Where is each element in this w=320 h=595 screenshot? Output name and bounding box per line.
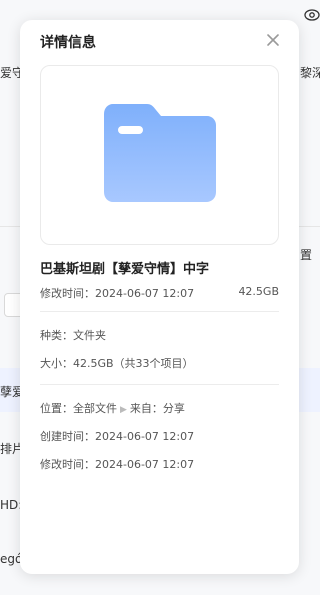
preview-box (40, 65, 279, 245)
details-panel: 详情信息 巴基斯坦剧【孳爱守情】中字 修改时间：2024-06-07 12:07… (20, 20, 299, 574)
source-prefix: 来自： (129, 402, 163, 415)
chevron-right-icon: ▶ (120, 405, 127, 415)
eye-icon[interactable] (304, 8, 320, 22)
divider-1 (40, 311, 279, 312)
source-value: 分享 (162, 402, 185, 415)
modified-time-2: 修改时间：2024-06-07 12:07 (40, 458, 195, 471)
location-path-link[interactable]: 全部文件 (73, 402, 117, 415)
location-row: 位置：全部文件 ▶ 来自：分享 (40, 400, 185, 416)
modified-time: 修改时间：2024-06-07 12:07 (40, 287, 195, 300)
bg-file-title-right: 黎深 (300, 66, 320, 80)
file-size-detail: 大小：42.5GB（共33个项目） (40, 357, 194, 370)
bg-label-3: egó (0, 552, 23, 566)
file-size-short: 42.5GB (238, 285, 279, 298)
bg-setting-text: 置 (300, 248, 313, 262)
file-name: 巴基斯坦剧【孳爱守情】中字 (40, 262, 210, 277)
close-icon[interactable] (265, 32, 281, 48)
bg-label-2: HD: (0, 498, 23, 512)
panel-title: 详情信息 (40, 35, 96, 51)
folder-icon (104, 104, 216, 202)
location-prefix: 位置： (40, 402, 73, 415)
created-time: 创建时间：2024-06-07 12:07 (40, 430, 195, 443)
divider-2 (40, 384, 279, 385)
file-type: 种类：文件夹 (40, 329, 106, 342)
